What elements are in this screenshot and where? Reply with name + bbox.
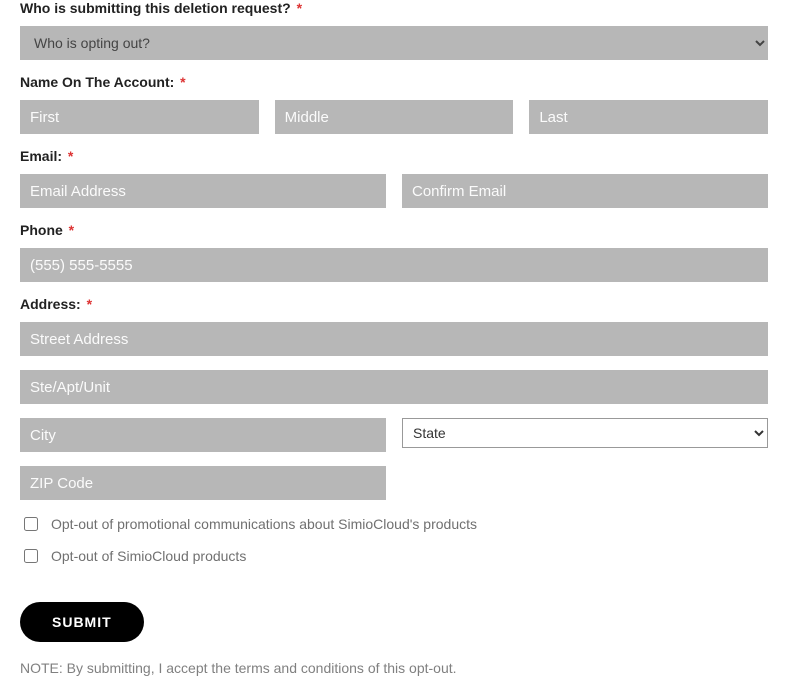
middle-name-input[interactable] [275, 100, 514, 134]
state-select[interactable]: State [402, 418, 768, 448]
email-input[interactable] [20, 174, 386, 208]
phone-label: Phone * [20, 222, 768, 238]
address-label-text: Address: [20, 296, 81, 312]
address-label: Address: * [20, 296, 768, 312]
confirm-email-input[interactable] [402, 174, 768, 208]
email-label-text: Email: [20, 148, 62, 164]
optout-promo-checkbox[interactable] [24, 517, 38, 531]
name-on-account-label: Name On The Account: * [20, 74, 768, 90]
zip-input[interactable] [20, 466, 386, 500]
who-opting-out-select[interactable]: Who is opting out? [20, 26, 768, 60]
who-submitting-label-text: Who is submitting this deletion request? [20, 0, 291, 16]
required-asterisk: * [68, 148, 73, 164]
optout-promo-label: Opt-out of promotional communications ab… [51, 516, 477, 532]
phone-input[interactable] [20, 248, 768, 282]
required-asterisk: * [87, 296, 92, 312]
required-asterisk: * [297, 0, 302, 16]
submit-button[interactable]: SUBMIT [20, 602, 144, 642]
required-asterisk: * [180, 74, 185, 90]
street-address-input[interactable] [20, 322, 768, 356]
first-name-input[interactable] [20, 100, 259, 134]
required-asterisk: * [69, 222, 74, 238]
terms-note: NOTE: By submitting, I accept the terms … [20, 660, 768, 676]
email-label: Email: * [20, 148, 768, 164]
name-on-account-label-text: Name On The Account: [20, 74, 174, 90]
optout-products-checkbox[interactable] [24, 549, 38, 563]
last-name-input[interactable] [529, 100, 768, 134]
unit-input[interactable] [20, 370, 768, 404]
phone-label-text: Phone [20, 222, 63, 238]
city-input[interactable] [20, 418, 386, 452]
who-submitting-label: Who is submitting this deletion request?… [20, 0, 768, 16]
optout-products-label: Opt-out of SimioCloud products [51, 548, 246, 564]
